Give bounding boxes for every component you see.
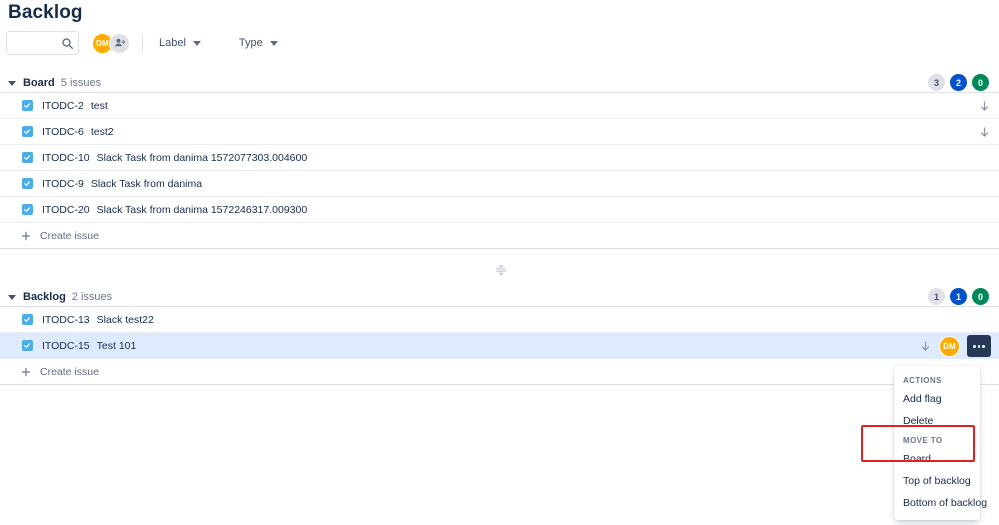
search-icon: [61, 37, 74, 50]
status-badge-group: 1 1 0: [928, 288, 989, 305]
search-input[interactable]: [11, 33, 65, 53]
section-issue-count: 5 issues: [60, 77, 102, 89]
issue-summary[interactable]: Slack Task from danima 1572077303.004600: [97, 152, 308, 164]
issue-key[interactable]: ITODC-2: [42, 100, 84, 112]
menu-group-heading-move-to: MOVE TO: [903, 436, 943, 445]
task-icon: [22, 340, 33, 351]
issue-summary[interactable]: Slack Task from danima 1572246317.009300: [97, 204, 308, 216]
filter-type-dropdown[interactable]: Type: [233, 31, 284, 55]
table-row[interactable]: ITODC-9 Slack Task from danima: [0, 171, 999, 197]
issue-key[interactable]: ITODC-6: [42, 126, 84, 138]
table-row[interactable]: ITODC-10 Slack Task from danima 15720773…: [0, 145, 999, 171]
menu-item-board[interactable]: Board: [894, 448, 980, 470]
chevron-down-icon[interactable]: [8, 80, 16, 86]
issue-summary[interactable]: Slack Task from danima: [91, 178, 202, 190]
add-people-button[interactable]: [109, 32, 130, 54]
arrow-down-icon: [978, 126, 991, 139]
section-backlog: Backlog 2 issues 1 1 0 ITODC-13 Slack te…: [0, 288, 999, 385]
arrow-down-icon: [978, 100, 991, 113]
dot: [977, 344, 981, 348]
task-icon: [22, 152, 33, 163]
row-actions: [978, 93, 991, 119]
menu-item-top-of-backlog[interactable]: Top of backlog: [894, 470, 980, 492]
avatar-initials: DM: [96, 38, 109, 48]
task-icon: [22, 204, 33, 215]
issue-key[interactable]: ITODC-10: [42, 152, 90, 164]
section-resize-handle[interactable]: [493, 262, 509, 278]
status-badge-done: 0: [972, 74, 989, 91]
section-board: Board 5 issues 3 2 0 ITODC-2 test ITODC-…: [0, 74, 999, 249]
section-title: Backlog: [23, 291, 66, 303]
section-title: Board: [23, 77, 55, 89]
section-header-board[interactable]: Board 5 issues 3 2 0: [0, 74, 999, 92]
search-box[interactable]: [6, 31, 79, 55]
filter-type-text: Type: [238, 37, 263, 49]
plus-icon: [20, 366, 32, 378]
create-issue-label: Create issue: [40, 229, 99, 242]
issue-key[interactable]: ITODC-13: [42, 314, 90, 326]
row-actions: DM: [919, 333, 991, 359]
issue-list-board: ITODC-2 test ITODC-6 test2 ITODC-10 Slac…: [0, 92, 999, 249]
avatar-assignee[interactable]: DM: [939, 335, 960, 357]
plus-icon: [20, 230, 32, 242]
menu-item-bottom-of-backlog[interactable]: Bottom of backlog: [894, 492, 987, 514]
avatar-initials: DM: [943, 341, 956, 351]
avatar-group: DM: [92, 32, 130, 54]
issue-summary[interactable]: test2: [91, 126, 114, 138]
create-issue-label: Create issue: [40, 365, 99, 378]
table-row[interactable]: ITODC-20 Slack Task from danima 15722463…: [0, 197, 999, 223]
chevron-down-icon: [192, 40, 201, 46]
issue-key[interactable]: ITODC-20: [42, 204, 90, 216]
section-issue-count: 2 issues: [71, 291, 113, 303]
backlog-page: Backlog DM Label Type Board 5 issues 3 2…: [0, 0, 999, 525]
filter-label-text: Label: [159, 37, 186, 49]
toolbar-divider: [142, 34, 143, 52]
backlog-toolbar: DM Label Type: [6, 31, 284, 55]
more-actions-button[interactable]: [967, 335, 991, 357]
filter-label-dropdown[interactable]: Label: [153, 31, 207, 55]
issue-key[interactable]: ITODC-15: [42, 340, 90, 352]
page-title: Backlog: [8, 2, 83, 23]
arrow-down-icon: [919, 340, 932, 353]
menu-group-heading-actions: ACTIONS: [903, 376, 942, 385]
menu-item-delete[interactable]: Delete: [894, 410, 980, 432]
create-issue-button-backlog[interactable]: Create issue: [0, 359, 999, 385]
table-row[interactable]: ITODC-13 Slack test22: [0, 307, 999, 333]
create-issue-button-board[interactable]: Create issue: [0, 223, 999, 249]
status-badge-group: 3 2 0: [928, 74, 989, 91]
issue-key[interactable]: ITODC-9: [42, 178, 84, 190]
issue-list-backlog: ITODC-13 Slack test22 ITODC-15 Test 101: [0, 306, 999, 385]
chevron-down-icon: [269, 40, 278, 46]
menu-item-add-flag[interactable]: Add flag: [894, 388, 980, 410]
task-icon: [22, 178, 33, 189]
status-badge-todo: 3: [928, 74, 945, 91]
status-badge-inprogress: 2: [950, 74, 967, 91]
issue-summary[interactable]: Test 101: [97, 340, 137, 352]
chevron-down-icon[interactable]: [8, 294, 16, 300]
status-badge-todo: 1: [928, 288, 945, 305]
task-icon: [22, 100, 33, 111]
section-header-backlog[interactable]: Backlog 2 issues 1 1 0: [0, 288, 999, 306]
issue-summary[interactable]: test: [91, 100, 108, 112]
dot: [973, 344, 976, 348]
issue-summary[interactable]: Slack test22: [97, 314, 154, 326]
table-row-selected[interactable]: ITODC-15 Test 101 DM: [0, 333, 999, 359]
status-badge-inprogress: 1: [950, 288, 967, 305]
task-icon: [22, 126, 33, 137]
context-menu: ACTIONS Add flag Delete MOVE TO Board To…: [894, 366, 987, 520]
table-row[interactable]: ITODC-2 test: [0, 93, 999, 119]
dot: [982, 344, 986, 348]
status-badge-done: 0: [972, 288, 989, 305]
task-icon: [22, 314, 33, 325]
table-row[interactable]: ITODC-6 test2: [0, 119, 999, 145]
person-add-icon: [114, 38, 125, 47]
row-actions: [978, 119, 991, 145]
